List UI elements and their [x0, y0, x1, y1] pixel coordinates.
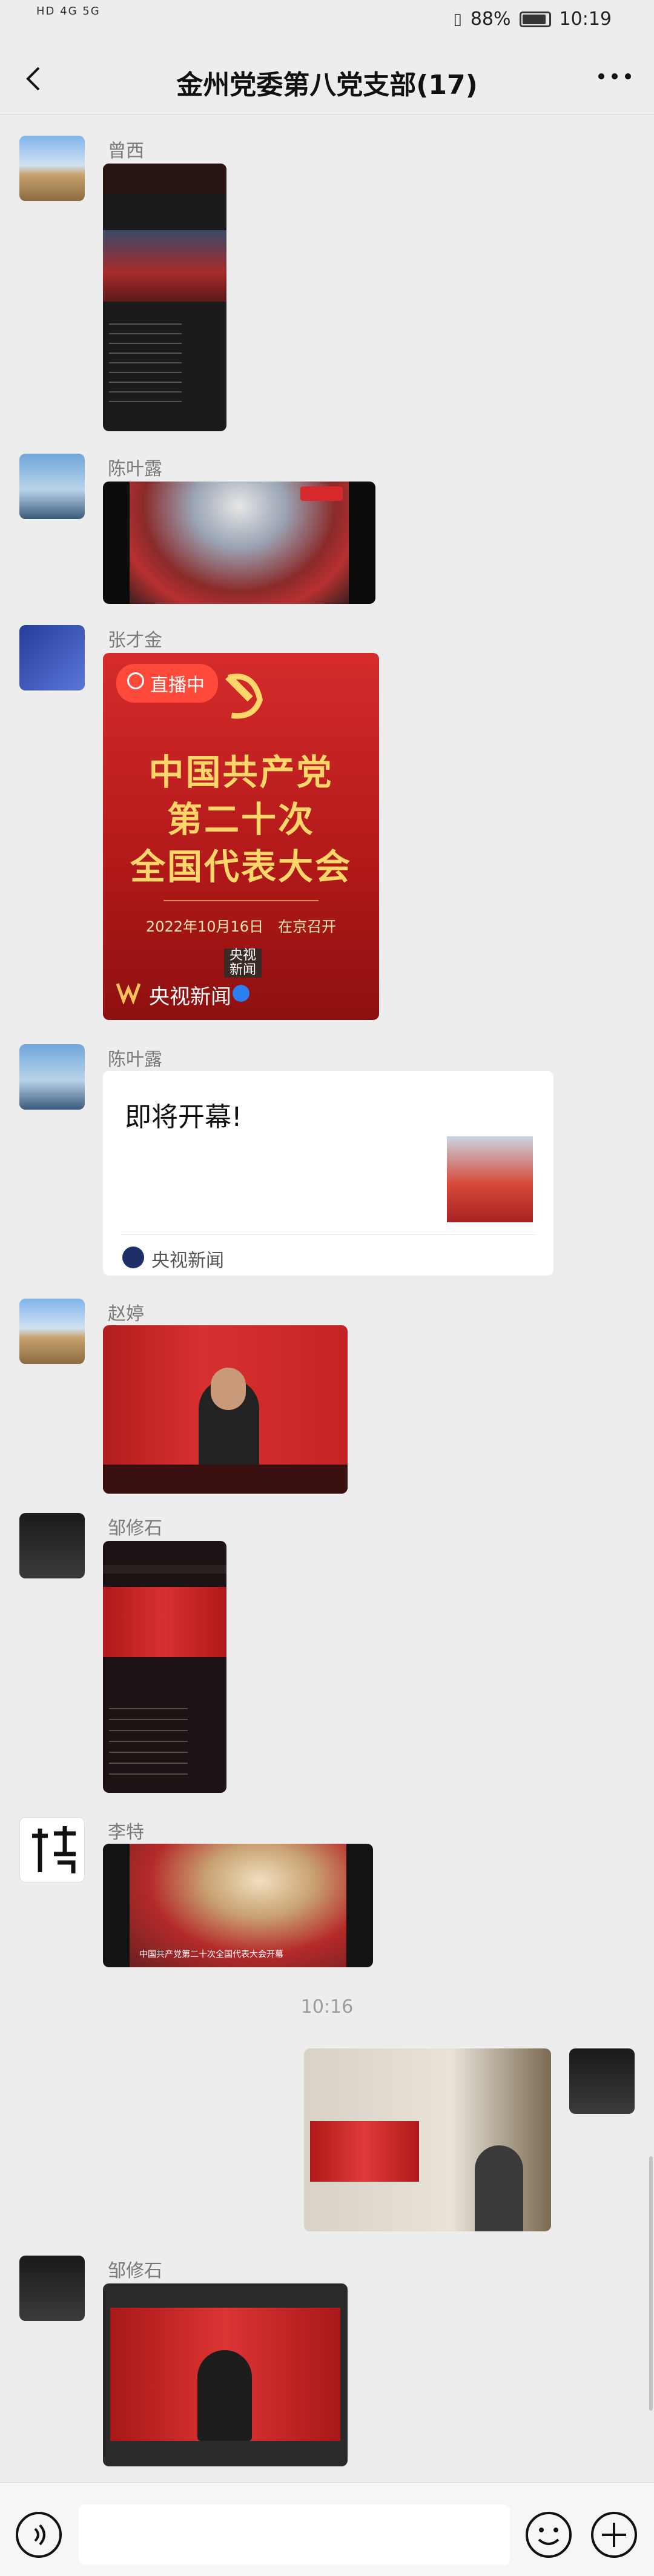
image-message[interactable] — [103, 164, 226, 431]
status-bar: HD 4G 5G ▯ 88% 10:19 — [0, 0, 654, 42]
voice-icon[interactable] — [15, 2511, 63, 2559]
chat-title: 金州党委第八党支部(17) — [176, 70, 478, 101]
calligraphy-icon — [32, 1826, 76, 1873]
scrollbar[interactable] — [649, 2156, 653, 2411]
card-source: 央视新闻 — [151, 1250, 224, 1271]
avatar[interactable] — [19, 625, 85, 690]
battery-percent: 88% — [470, 8, 511, 30]
cctv-news-icon — [122, 1247, 144, 1268]
divider — [121, 1234, 535, 1235]
comment-lines — [109, 1698, 188, 1783]
avatar[interactable] — [19, 454, 85, 519]
link-card[interactable]: 即将开幕! 央视新闻 — [103, 1071, 553, 1276]
chat-header: 金州党委第八党支部(17) — [0, 42, 654, 115]
sender-name: 曾西 — [108, 141, 144, 162]
card-thumbnail — [447, 1136, 533, 1222]
video-frame — [103, 1587, 226, 1657]
battery-icon — [519, 11, 551, 27]
speaker-face — [211, 1368, 246, 1410]
time-separator: 10:16 — [300, 1996, 354, 2018]
person-figure — [475, 2145, 523, 2231]
divider — [164, 900, 319, 901]
input-bar — [0, 2482, 654, 2576]
sender-name: 张才金 — [108, 630, 162, 651]
message-input[interactable] — [79, 2505, 510, 2565]
sender-name: 邹修石 — [108, 2260, 162, 2282]
more-dots-icon[interactable] — [593, 64, 636, 88]
avatar[interactable] — [19, 136, 85, 201]
avatar[interactable] — [19, 1817, 85, 1882]
video-header-strip — [103, 1565, 226, 1574]
video-header-strip — [103, 164, 226, 194]
hammer-sickle-icon — [225, 674, 263, 719]
cctv-stamp: 央视 新闻 — [224, 949, 262, 978]
sender-name: 李特 — [108, 1822, 144, 1843]
live-label: 直播中 — [150, 675, 205, 696]
card-title: 即将开幕! — [125, 1102, 242, 1133]
poster-title-line-1: 中国共产党 — [148, 752, 334, 793]
vibrate-icon: ▯ — [453, 10, 462, 28]
live-poster-message[interactable]: 直播中 中国共产党 第二十次 全国代表大会 2022年10月16日 在京召开 央… — [103, 653, 379, 1020]
cctv-news-logo-icon — [116, 983, 141, 1004]
poster-title-line-3: 全国代表大会 — [130, 846, 352, 887]
avatar[interactable] — [19, 1513, 85, 1578]
poster-source: 央视新闻 — [149, 985, 231, 1009]
tv-screen — [310, 2121, 419, 2182]
video-caption: 中国共产党第二十次全国代表大会开幕 — [139, 1950, 283, 1959]
image-message[interactable] — [103, 1541, 226, 1793]
image-message[interactable] — [103, 482, 375, 604]
cctv-badge — [300, 486, 343, 501]
avatar[interactable] — [19, 2256, 85, 2321]
live-badge: 直播中 — [116, 664, 218, 703]
network-indicators: HD 4G 5G — [36, 5, 101, 18]
clock: 10:19 — [559, 8, 612, 30]
live-dot-icon — [127, 672, 144, 689]
speaker-figure — [197, 2350, 252, 2441]
emoji-icon[interactable] — [524, 2511, 573, 2559]
podium — [103, 1465, 348, 1494]
video-frame — [103, 230, 226, 302]
comment-lines — [109, 315, 182, 406]
sender-name: 邹修石 — [108, 1518, 162, 1539]
image-message[interactable] — [103, 1325, 348, 1494]
poster-title-line-2: 第二十次 — [167, 799, 315, 840]
image-message[interactable]: 中国共产党第二十次全国代表大会开幕 — [103, 1844, 373, 1967]
plus-icon[interactable] — [590, 2511, 638, 2559]
avatar[interactable] — [19, 1044, 85, 1110]
image-message[interactable] — [304, 2048, 551, 2231]
poster-date: 2022年10月16日 在京召开 — [145, 918, 337, 935]
avatar[interactable] — [19, 1299, 85, 1364]
avatar[interactable] — [569, 2048, 635, 2114]
sender-name: 赵婷 — [108, 1303, 144, 1325]
sender-name: 陈叶露 — [108, 1049, 162, 1070]
verified-icon — [233, 985, 249, 1002]
sender-name: 陈叶露 — [108, 459, 162, 480]
image-message[interactable] — [103, 2283, 348, 2466]
